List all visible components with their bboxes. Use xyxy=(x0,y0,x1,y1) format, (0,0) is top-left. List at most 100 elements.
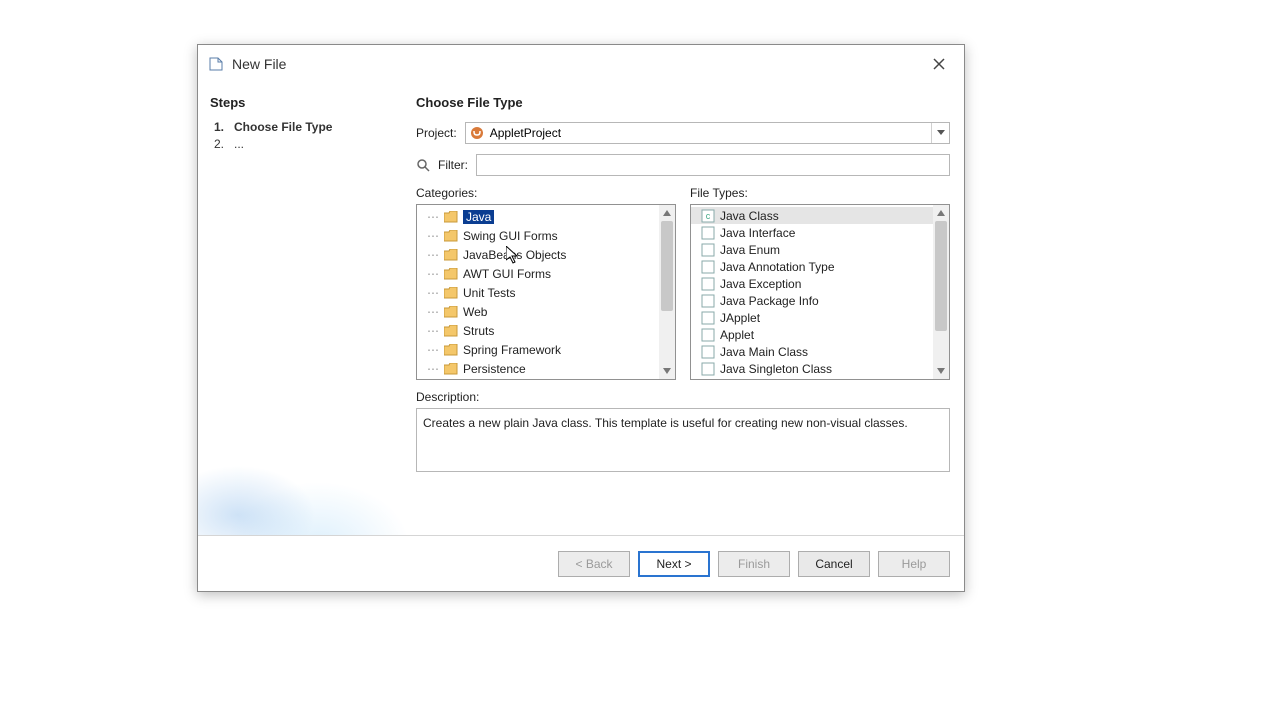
project-label: Project: xyxy=(416,126,457,140)
categories-column: Categories: ⋯ Java ⋯ Swing GUI Fo xyxy=(416,186,676,380)
scroll-thumb[interactable] xyxy=(661,221,673,311)
category-awt-gui-forms[interactable]: ⋯ AWT GUI Forms xyxy=(417,264,659,283)
category-java[interactable]: ⋯ Java xyxy=(417,207,659,226)
category-unit-tests[interactable]: ⋯ Unit Tests xyxy=(417,283,659,302)
wizard-decoration xyxy=(198,415,406,535)
filetype-java-package-info[interactable]: Java Package Info xyxy=(691,292,933,309)
step-label: Choose File Type xyxy=(234,120,332,134)
folder-icon xyxy=(444,249,458,261)
categories-label: Categories: xyxy=(416,186,676,200)
section-title: Choose File Type xyxy=(416,95,950,110)
categories-scrollbar[interactable] xyxy=(659,205,675,379)
project-value: AppletProject xyxy=(490,126,561,140)
class-icon xyxy=(701,294,715,308)
tree-branch-icon: ⋯ xyxy=(427,359,439,378)
folder-icon xyxy=(444,211,458,223)
tree-branch-icon: ⋯ xyxy=(427,321,439,340)
back-button: < Back xyxy=(558,551,630,577)
categories-listbox[interactable]: ⋯ Java ⋯ Swing GUI Forms ⋯ xyxy=(416,204,676,380)
filter-row: Filter: xyxy=(416,154,950,176)
category-persistence[interactable]: ⋯ Persistence xyxy=(417,359,659,378)
filetype-java-annotation-type[interactable]: Java Annotation Type xyxy=(691,258,933,275)
filetype-java-exception[interactable]: Java Exception xyxy=(691,275,933,292)
main-panel: Choose File Type Project: AppletProject xyxy=(406,83,964,535)
class-icon xyxy=(701,226,715,240)
description-text: Creates a new plain Java class. This tem… xyxy=(423,416,908,430)
folder-icon xyxy=(444,363,458,375)
scroll-track[interactable] xyxy=(933,221,949,363)
next-button[interactable]: Next > xyxy=(638,551,710,577)
tree-branch-icon: ⋯ xyxy=(427,245,439,264)
class-icon xyxy=(701,311,715,325)
dialog-body: Steps 1. Choose File Type 2. ... Choose … xyxy=(198,83,964,535)
new-file-dialog: New File Steps 1. Choose File Type 2. ..… xyxy=(197,44,965,592)
filetypes-label: File Types: xyxy=(690,186,950,200)
lists-row: Categories: ⋯ Java ⋯ Swing GUI Fo xyxy=(416,186,950,380)
svg-text:c: c xyxy=(706,211,711,221)
scroll-thumb[interactable] xyxy=(935,221,947,331)
titlebar: New File xyxy=(198,45,964,83)
filetype-java-class[interactable]: c Java Class xyxy=(691,207,933,224)
filetype-java-enum[interactable]: Java Enum xyxy=(691,241,933,258)
scroll-up-icon[interactable] xyxy=(659,205,675,221)
project-row: Project: AppletProject xyxy=(416,122,950,144)
filter-label: Filter: xyxy=(438,158,468,172)
filetype-java-interface[interactable]: Java Interface xyxy=(691,224,933,241)
scroll-down-icon[interactable] xyxy=(659,363,675,379)
filetype-applet[interactable]: Applet xyxy=(691,326,933,343)
cancel-button[interactable]: Cancel xyxy=(798,551,870,577)
class-icon xyxy=(701,345,715,359)
category-struts[interactable]: ⋯ Struts xyxy=(417,321,659,340)
steps-title: Steps xyxy=(210,95,394,110)
description-label: Description: xyxy=(416,390,950,404)
button-bar: < Back Next > Finish Cancel Help xyxy=(198,536,964,592)
step-pending: 2. ... xyxy=(210,137,394,151)
steps-panel: Steps 1. Choose File Type 2. ... xyxy=(198,83,406,535)
folder-icon xyxy=(444,344,458,356)
filter-input[interactable] xyxy=(476,154,950,176)
window-title: New File xyxy=(232,56,924,72)
filetype-java-main-class[interactable]: Java Main Class xyxy=(691,343,933,360)
folder-icon xyxy=(444,287,458,299)
step-choose-file-type: 1. Choose File Type xyxy=(210,120,394,134)
close-button[interactable] xyxy=(924,52,954,76)
description-box: Creates a new plain Java class. This tem… xyxy=(416,408,950,472)
filetypes-column: File Types: c Java Class Java Interface xyxy=(690,186,950,380)
filetypes-scrollbar[interactable] xyxy=(933,205,949,379)
scroll-track[interactable] xyxy=(659,221,675,363)
category-swing-gui-forms[interactable]: ⋯ Swing GUI Forms xyxy=(417,226,659,245)
tree-branch-icon: ⋯ xyxy=(427,264,439,283)
filetypes-listbox[interactable]: c Java Class Java Interface Java Enum xyxy=(690,204,950,380)
class-icon: c xyxy=(701,209,715,223)
class-icon xyxy=(701,277,715,291)
class-icon xyxy=(701,328,715,342)
class-icon xyxy=(701,243,715,257)
category-web[interactable]: ⋯ Web xyxy=(417,302,659,321)
search-icon xyxy=(416,158,430,172)
scroll-up-icon[interactable] xyxy=(933,205,949,221)
filetypes-list: c Java Class Java Interface Java Enum xyxy=(691,205,933,379)
scroll-down-icon[interactable] xyxy=(933,363,949,379)
step-label: ... xyxy=(234,137,244,151)
folder-icon xyxy=(444,325,458,337)
tree-branch-icon: ⋯ xyxy=(427,207,439,226)
file-icon xyxy=(208,56,224,72)
filetype-japplet[interactable]: JApplet xyxy=(691,309,933,326)
filetype-java-singleton-class[interactable]: Java Singleton Class xyxy=(691,360,933,377)
tree-branch-icon: ⋯ xyxy=(427,302,439,321)
tree-branch-icon: ⋯ xyxy=(427,340,439,359)
folder-icon xyxy=(444,306,458,318)
help-button: Help xyxy=(878,551,950,577)
tree-branch-icon: ⋯ xyxy=(427,226,439,245)
categories-list: ⋯ Java ⋯ Swing GUI Forms ⋯ xyxy=(417,205,659,379)
finish-button: Finish xyxy=(718,551,790,577)
tree-branch-icon: ⋯ xyxy=(427,283,439,302)
class-icon xyxy=(701,260,715,274)
project-select[interactable]: AppletProject xyxy=(465,122,950,144)
chevron-down-icon xyxy=(931,123,949,143)
project-icon xyxy=(470,126,484,140)
category-javabeans-objects[interactable]: ⋯ JavaBeans Objects xyxy=(417,245,659,264)
category-spring-framework[interactable]: ⋯ Spring Framework xyxy=(417,340,659,359)
class-icon xyxy=(701,362,715,376)
folder-icon xyxy=(444,268,458,280)
